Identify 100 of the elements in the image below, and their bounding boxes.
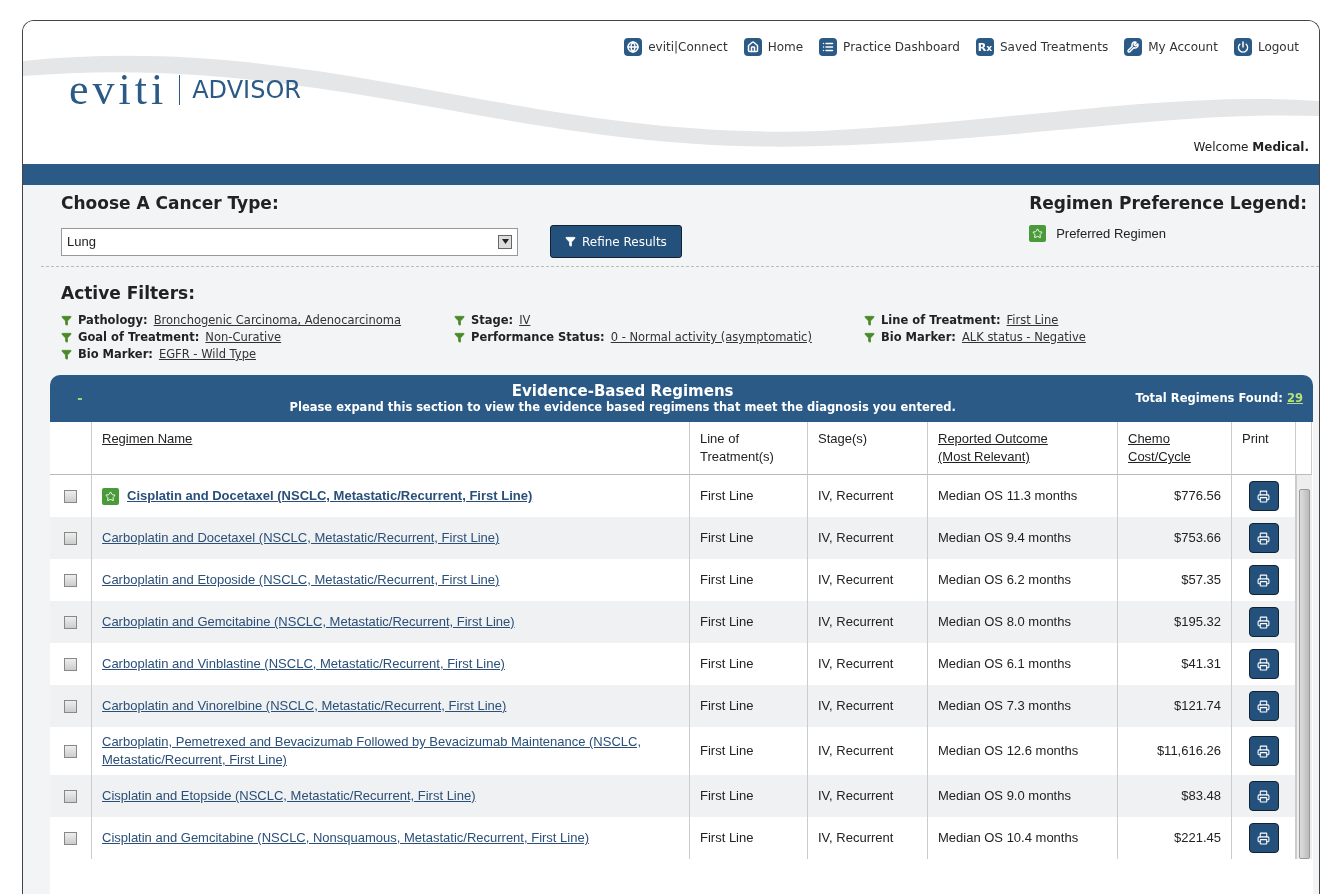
row-checkbox[interactable] [64, 699, 77, 713]
print-button[interactable] [1248, 823, 1279, 853]
table-cell: First Line [690, 685, 808, 727]
printer-icon [1257, 615, 1270, 629]
scrollbar[interactable] [1296, 475, 1312, 859]
collapse-button[interactable]: - [50, 388, 110, 408]
regimen-link[interactable]: Cisplatin and Gemcitabine (NSCLC, Nonsquamous, Metastatic/Recurrent, First Line) [102, 829, 589, 847]
nav-link[interactable]: My Account [1124, 38, 1218, 56]
column-header: Stage(s) [808, 422, 928, 475]
legend-heading: Regimen Preference Legend: [1029, 193, 1307, 213]
row-checkbox[interactable] [64, 744, 77, 758]
column-header-link[interactable]: Regimen Name [102, 430, 232, 448]
printer-icon [1257, 699, 1270, 713]
printer-icon [1257, 531, 1270, 545]
regimen-link[interactable]: Carboplatin, Pemetrexed and Bevacizumab Followed by Bevacizumab Maintenance (NSCLC, Metastatic/Recurrent, First Line) [102, 733, 679, 769]
printer-icon [1257, 789, 1270, 803]
filter-value-link[interactable]: ALK status - Negative [961, 330, 1086, 344]
table-cell: IV, Recurrent [808, 685, 928, 727]
section-subtitle: Please expand this section to view the evidence based regimens that meet the diagnosis you entered. [289, 400, 956, 414]
filter-value-link[interactable]: IV [519, 313, 531, 327]
globe-icon [624, 38, 643, 56]
row-checkbox[interactable] [64, 573, 77, 587]
home-icon [743, 38, 762, 56]
total-regimens: Total Regimens Found: 29 [1135, 391, 1303, 405]
list-icon [819, 38, 838, 56]
filter-icon [61, 348, 72, 360]
section-title: Evidence-Based Regimens [511, 382, 734, 400]
table-cell: First Line [690, 517, 808, 559]
print-button[interactable] [1248, 691, 1279, 721]
print-button[interactable] [1248, 649, 1279, 679]
row-checkbox[interactable] [64, 531, 77, 545]
filter-value-link[interactable]: Non-Curative [205, 330, 282, 344]
table-cell: $753.66 [1118, 517, 1232, 559]
row-checkbox[interactable] [64, 789, 77, 803]
cancer-type-select[interactable]: Lung [61, 227, 518, 256]
filter-label: Bio Marker: [78, 347, 153, 361]
filter-icon [61, 314, 72, 326]
column-header: Print [1232, 422, 1296, 475]
table-cell: IV, Recurrent [808, 775, 928, 817]
print-button[interactable] [1248, 781, 1279, 811]
filter-label: Stage: [471, 313, 514, 327]
row-checkbox[interactable] [64, 615, 77, 629]
filter-value-link[interactable]: EGFR - Wild Type [158, 347, 257, 361]
table-cell: $195.32 [1118, 601, 1232, 643]
regimen-link[interactable]: Carboplatin and Vinblastine (NSCLC, Metastatic/Recurrent, First Line) [102, 655, 505, 673]
cancer-type-heading: Choose A Cancer Type: [61, 193, 280, 213]
printer-icon [1257, 657, 1270, 671]
print-button[interactable] [1248, 565, 1279, 595]
row-checkbox[interactable] [64, 831, 77, 845]
printer-icon [1257, 744, 1270, 758]
total-link[interactable]: 29 [1287, 391, 1303, 405]
filter-label: Bio Marker: [881, 330, 956, 344]
filter-label: Line of Treatment: [881, 313, 1001, 327]
filter-label: Goal of Treatment: [78, 330, 200, 344]
refine-results-button[interactable]: Refine Results [550, 225, 682, 258]
printer-icon [1257, 573, 1270, 587]
table-cell: IV, Recurrent [808, 517, 928, 559]
column-header-link[interactable]: Reported Outcome (Most Relevant) [938, 430, 1068, 466]
logo: eviti ADVISOR [68, 64, 302, 115]
print-button[interactable] [1248, 523, 1279, 553]
filter-icon [454, 331, 465, 343]
filters-heading: Active Filters: [61, 283, 196, 303]
column-header: Line of Treatment(s) [690, 422, 808, 475]
filter-value-link[interactable]: 0 - Normal activity (asymptomatic) [610, 330, 812, 344]
printer-icon [1257, 489, 1270, 503]
nav-link[interactable]: Home [743, 38, 804, 56]
regimen-link[interactable]: Cisplatin and Docetaxel (NSCLC, Metastatic/Recurrent, First Line) [127, 487, 533, 505]
nav-link[interactable]: Practice Dashboard [819, 38, 960, 56]
filter-icon [565, 236, 576, 247]
print-button[interactable] [1248, 736, 1279, 766]
power-icon [1233, 38, 1252, 56]
wrench-icon [1124, 38, 1143, 56]
row-checkbox[interactable] [64, 657, 77, 671]
nav-link[interactable]: eviti|Connect [624, 38, 728, 56]
filter-label: Performance Status: [471, 330, 605, 344]
table-cell: $83.48 [1118, 775, 1232, 817]
table-cell: IV, Recurrent [808, 601, 928, 643]
welcome-text: Welcome Medical. [1193, 140, 1310, 156]
table-cell: Median OS 7.3 months [928, 685, 1118, 727]
table-cell: Median OS 8.0 months [928, 601, 1118, 643]
row-checkbox[interactable] [64, 489, 77, 503]
printer-icon [1257, 831, 1270, 845]
legend-label: Preferred Regimen [1056, 226, 1166, 241]
table-cell: First Line [690, 775, 808, 817]
filter-icon [454, 314, 465, 326]
regimen-link[interactable]: Carboplatin and Etoposide (NSCLC, Metastatic/Recurrent, First Line) [102, 571, 500, 589]
table-cell: Median OS 9.4 months [928, 517, 1118, 559]
table-cell: First Line [690, 601, 808, 643]
table-cell: $121.74 [1118, 685, 1232, 727]
filter-value-link[interactable]: First Line [1006, 313, 1059, 327]
filter-icon [61, 331, 72, 343]
nav-link[interactable]: Logout [1233, 38, 1299, 56]
column-header-link[interactable]: Chemo Cost/Cycle [1128, 430, 1221, 466]
filter-value-link[interactable]: Bronchogenic Carcinoma, Adenocarcinoma [153, 313, 402, 327]
print-button[interactable] [1248, 607, 1279, 637]
filter-icon [864, 314, 875, 326]
table-cell: Median OS 9.0 months [928, 775, 1118, 817]
filter-icon [864, 331, 875, 343]
filter-label: Pathology: [78, 313, 148, 327]
print-button[interactable] [1248, 481, 1279, 511]
